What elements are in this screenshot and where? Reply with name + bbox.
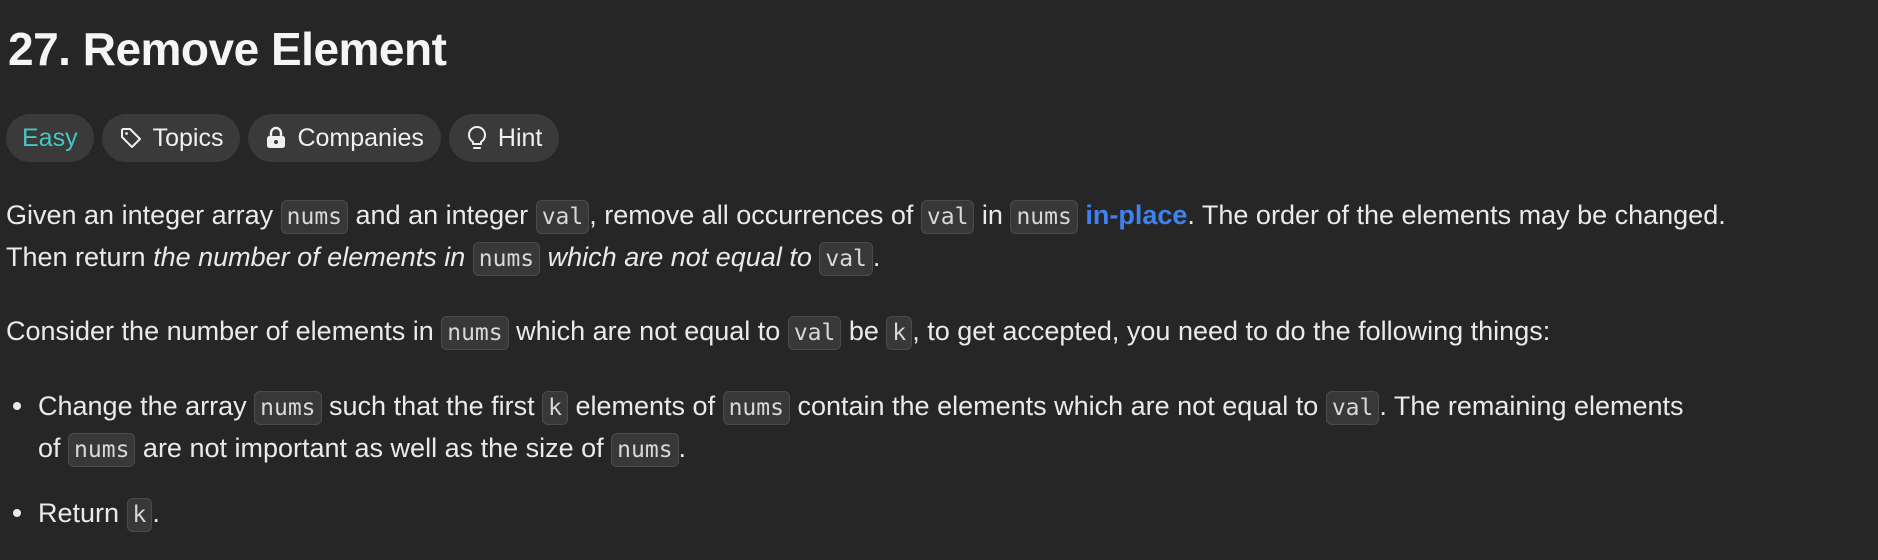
inline-code: val bbox=[787, 316, 842, 350]
lock-icon bbox=[265, 126, 287, 150]
emphasis-text: the number of elements in bbox=[153, 242, 473, 272]
bullet-dot bbox=[13, 509, 21, 517]
inline-code: nums bbox=[1010, 200, 1078, 234]
list-item-line-1: Change the array nums such that the firs… bbox=[38, 385, 1684, 429]
inline-code: val bbox=[819, 242, 873, 276]
inline-code: nums bbox=[722, 391, 790, 425]
topics-button[interactable]: Topics bbox=[101, 114, 241, 162]
text: contain the elements which are not equal… bbox=[789, 391, 1326, 421]
inline-code: val bbox=[920, 200, 975, 234]
inline-code: nums bbox=[611, 433, 679, 467]
description-line-2: Then return the number of elements in nu… bbox=[6, 236, 880, 280]
inline-code: val bbox=[535, 200, 590, 234]
text: of bbox=[38, 433, 69, 463]
tag-icon bbox=[119, 126, 143, 150]
text: be bbox=[841, 316, 887, 346]
list-item-line-1: Return k. bbox=[38, 492, 160, 536]
text: in bbox=[974, 200, 1011, 230]
description-paragraph-2: Consider the number of elements in nums … bbox=[6, 310, 1550, 354]
list-item-line-2: of nums are not important as well as the… bbox=[38, 427, 686, 471]
emphasis-text: which are not equal to bbox=[540, 242, 820, 272]
inline-code: k bbox=[542, 391, 568, 425]
text: elements of bbox=[568, 391, 723, 421]
inline-code: nums bbox=[472, 242, 541, 276]
inline-code: k bbox=[126, 498, 153, 532]
in-place-link[interactable]: in-place bbox=[1085, 200, 1187, 230]
hint-label: Hint bbox=[497, 123, 543, 152]
text: are not important as well as the size of bbox=[135, 433, 612, 463]
problem-title: 27. Remove Element bbox=[8, 23, 447, 75]
text: which are not equal to bbox=[508, 316, 788, 346]
text: . The order of the elements may be chang… bbox=[1187, 200, 1726, 230]
topics-label: Topics bbox=[152, 123, 224, 152]
hint-button[interactable]: Hint bbox=[448, 114, 560, 162]
text: , to get accepted, you need to do the fo… bbox=[912, 316, 1551, 346]
text: Consider the number of elements in bbox=[6, 316, 442, 346]
text: Return bbox=[38, 498, 127, 528]
bullet-dot bbox=[13, 402, 21, 410]
lightbulb-icon bbox=[466, 125, 488, 151]
text: . bbox=[872, 242, 881, 272]
text: , remove all occurrences of bbox=[589, 200, 921, 230]
companies-label: Companies bbox=[297, 123, 424, 152]
text: Change the array bbox=[38, 391, 255, 421]
inline-code: nums bbox=[441, 316, 509, 350]
text: and an integer bbox=[348, 200, 536, 230]
text: such that the first bbox=[321, 391, 543, 421]
description-line-1: Given an integer array nums and an integ… bbox=[6, 194, 1726, 238]
difficulty-badge[interactable]: Easy bbox=[6, 114, 94, 162]
inline-code: nums bbox=[280, 200, 349, 234]
inline-code: nums bbox=[68, 433, 136, 467]
problem-tags: Easy Topics Companies Hint bbox=[6, 114, 560, 162]
text: . The remaining elements bbox=[1379, 391, 1684, 421]
inline-code: nums bbox=[254, 391, 322, 425]
inline-code: val bbox=[1325, 391, 1380, 425]
text: Then return bbox=[6, 242, 154, 272]
text: . bbox=[678, 433, 687, 463]
text: Given an integer array bbox=[6, 200, 281, 230]
inline-code: k bbox=[886, 316, 913, 350]
companies-button[interactable]: Companies bbox=[248, 114, 441, 162]
text: . bbox=[152, 498, 160, 528]
